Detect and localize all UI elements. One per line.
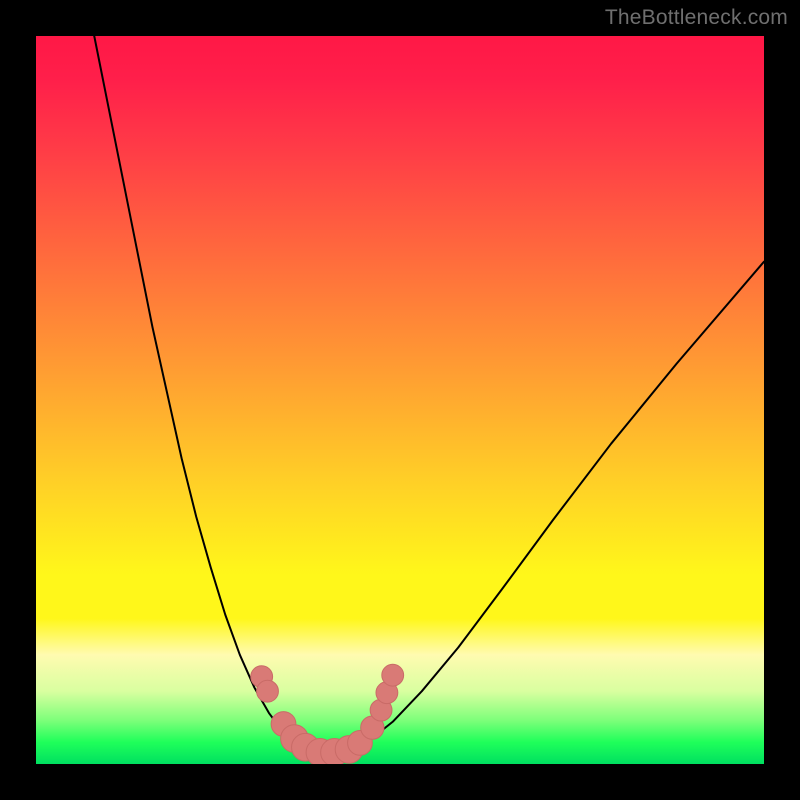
watermark-text: TheBottleneck.com bbox=[605, 6, 788, 30]
plot-area bbox=[36, 36, 764, 764]
data-marker bbox=[257, 680, 279, 702]
marker-layer bbox=[36, 36, 764, 764]
chart-frame: TheBottleneck.com bbox=[0, 0, 800, 800]
data-marker bbox=[382, 664, 404, 686]
